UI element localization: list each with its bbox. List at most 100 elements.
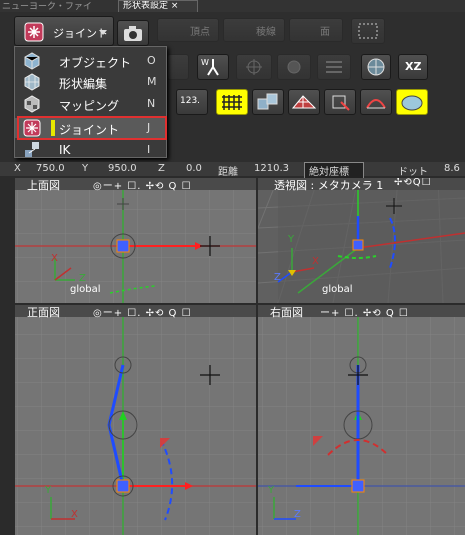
cubes-icon xyxy=(257,93,278,110)
viewport-front-title: 正面図 xyxy=(27,306,60,319)
cloud-shading-icon xyxy=(401,95,423,111)
x-value: 750.0 xyxy=(36,163,65,174)
grid-toggle-button[interactable] xyxy=(216,89,248,115)
checker-cube-icon xyxy=(24,95,40,113)
tab-face[interactable]: 面 xyxy=(289,18,343,42)
list-icon xyxy=(326,61,342,73)
menu-item-shape-edit[interactable]: 形状編集 M xyxy=(15,72,166,92)
coordinate-bar: X 750.0 Y 950.0 Z 0.0 距離 1210.3 絶対座標 ドット… xyxy=(0,162,465,179)
axis-z-label: Z xyxy=(274,272,281,283)
axis-x-label: X xyxy=(71,509,78,520)
ik-chain-icon xyxy=(25,142,39,157)
select-rect-button[interactable] xyxy=(351,18,385,44)
viewport-right-title: 右面図 xyxy=(270,306,303,319)
menu-item-label: オブジェクト xyxy=(59,56,132,70)
target-tool-button[interactable] xyxy=(236,54,272,80)
numeric-input-button[interactable]: 123. xyxy=(176,89,208,115)
axis-y-label: Y xyxy=(45,485,52,496)
joint-mode-icon xyxy=(24,22,44,42)
tab-edge[interactable]: 稜線 xyxy=(223,18,285,42)
viewport-right[interactable]: 右面図 ー+ ☐. ✢⟲ Q ☐ Y Z xyxy=(258,305,465,535)
shading-toggle-button[interactable] xyxy=(396,89,428,115)
y-value: 950.0 xyxy=(108,163,137,174)
distance-value: 1210.3 xyxy=(254,163,289,174)
viewport-perspective-header: 透視図 : メタカメラ 1 ✢⟲Q☐ xyxy=(258,178,465,192)
menu-item-object[interactable]: オブジェクト O xyxy=(15,51,166,71)
viewport-front-canvas xyxy=(15,305,256,535)
distance-label: 距離 xyxy=(218,167,238,178)
globe-button[interactable] xyxy=(361,54,391,80)
axis-z-label: Z xyxy=(79,273,86,284)
target-icon xyxy=(246,59,262,75)
viewport-top[interactable]: 上面図 ◎ー+ ☐. ✢⟲ Q ☐ X Z global xyxy=(15,178,256,303)
camera-button[interactable] xyxy=(117,20,149,46)
numeric-label: 123. xyxy=(180,96,201,106)
wx-tool-button[interactable]: W xyxy=(197,54,229,80)
axis-z-label: Z xyxy=(294,509,301,520)
bone-mesh-button[interactable] xyxy=(360,89,392,115)
list-tool-button[interactable] xyxy=(317,54,351,80)
circle-icon xyxy=(287,60,301,74)
viewport-right-header: 右面図 ー+ ☐. ✢⟲ Q ☐ xyxy=(258,305,465,319)
marquee-select-icon xyxy=(358,23,378,39)
highlight-box xyxy=(17,116,167,140)
camera-icon xyxy=(124,26,142,41)
mode-dropdown-menu: オブジェクト O 形状編集 M マッピング N ジョイント J IK I xyxy=(14,46,167,158)
joint-branch-icon: W xyxy=(201,58,219,76)
viewport-top-tools[interactable]: ◎ー+ ☐. ✢⟲ Q ☐ xyxy=(93,178,192,192)
chevron-down-icon xyxy=(99,30,107,35)
z-label: Z xyxy=(158,163,165,174)
axis-x-label: X xyxy=(312,256,319,267)
menu-item-ik[interactable]: IK I xyxy=(15,140,166,160)
cubes-button[interactable] xyxy=(252,89,284,115)
globe-icon xyxy=(367,58,385,76)
viewport-top-title: 上面図 xyxy=(27,179,60,192)
menu-item-shortcut: I xyxy=(147,143,151,156)
global-label: global xyxy=(70,284,101,295)
tab-face-label: 面 xyxy=(320,27,330,38)
pivot-icon xyxy=(332,95,350,111)
mesh-button[interactable] xyxy=(288,89,320,115)
axis-xz-button[interactable]: XZ xyxy=(398,54,428,80)
axis-y-label: Y xyxy=(268,485,275,496)
viewport-front-header: 正面図 ◎ー+ ☐. ✢⟲ Q ☐ xyxy=(15,305,256,319)
axis-xz-label: XZ xyxy=(405,60,422,73)
viewport-perspective-title: 透視図 : メタカメラ 1 xyxy=(274,179,384,192)
axis-x-label: X xyxy=(51,253,58,264)
menu-item-label: マッピング xyxy=(59,99,120,113)
x-label: X xyxy=(14,163,21,174)
tab-vertex[interactable]: 頂点 xyxy=(157,18,219,42)
y-label: Y xyxy=(82,163,89,174)
viewport-right-canvas xyxy=(258,305,465,535)
menu-item-mapping[interactable]: マッピング N xyxy=(15,94,166,114)
menu-item-label: IK xyxy=(59,143,71,157)
window-title-fragment: ニューヨーク・ファイ xyxy=(2,2,92,12)
viewport-perspective[interactable]: 透視図 : メタカメラ 1 ✢⟲Q☐ Y X Z global xyxy=(258,178,465,303)
svg-text:W: W xyxy=(201,58,209,67)
z-value: 0.0 xyxy=(186,163,202,174)
mesh-cube-icon xyxy=(24,73,40,91)
circle-tool-button[interactable] xyxy=(277,54,311,80)
tab-vertex-label: 頂点 xyxy=(190,27,210,38)
menu-item-shortcut: O xyxy=(147,54,156,67)
viewport-front-tools[interactable]: ◎ー+ ☐. ✢⟲ Q ☐ xyxy=(93,305,192,319)
tool-button-blank[interactable] xyxy=(167,54,189,80)
tab-shape-settings[interactable]: 形状表設定 × xyxy=(118,0,198,12)
global-label: global xyxy=(322,284,353,295)
viewport-front[interactable]: 正面図 ◎ー+ ☐. ✢⟲ Q ☐ Y X xyxy=(15,305,256,535)
viewport-top-header: 上面図 ◎ー+ ☐. ✢⟲ Q ☐ xyxy=(15,178,256,192)
viewport-top-canvas xyxy=(15,178,256,303)
dot-value: 8.6 xyxy=(444,163,460,174)
cube-icon xyxy=(24,52,40,70)
viewport-perspective-tools[interactable]: ✢⟲Q☐ xyxy=(394,178,432,188)
viewport-right-tools[interactable]: ー+ ☐. ✢⟲ Q ☐ xyxy=(320,305,409,319)
dot-label: ドット xyxy=(398,167,428,178)
bone-mesh-icon xyxy=(366,99,386,109)
red-mesh-icon xyxy=(291,95,317,109)
menu-item-label: 形状編集 xyxy=(59,77,108,91)
pivot-button[interactable] xyxy=(324,89,356,115)
coordinate-mode-select[interactable]: 絶対座標 xyxy=(304,162,364,179)
menu-item-shortcut: N xyxy=(147,97,156,110)
mode-select-button[interactable]: ジョイント xyxy=(14,16,114,46)
axis-y-label: Y xyxy=(288,234,295,245)
